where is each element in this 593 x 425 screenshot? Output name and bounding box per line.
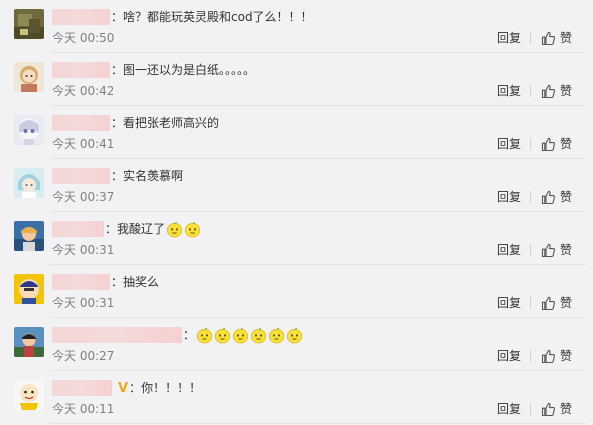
action-divider bbox=[530, 350, 531, 362]
like-button[interactable]: 赞 bbox=[541, 188, 572, 206]
action-divider bbox=[530, 32, 531, 44]
comment-item: ：我酸辽了今天 00:31 回复 赞 bbox=[0, 212, 593, 265]
thumbs-up-icon bbox=[541, 243, 556, 258]
avatar[interactable] bbox=[14, 62, 44, 92]
avatar[interactable] bbox=[14, 380, 44, 410]
username-blurred[interactable] bbox=[52, 168, 110, 184]
like-label: 赞 bbox=[560, 31, 573, 45]
comment-time: 今天 00:11 bbox=[52, 402, 115, 416]
thumbs-up-icon bbox=[541, 402, 556, 417]
avatar[interactable] bbox=[14, 115, 44, 145]
reply-button[interactable]: 回复 bbox=[497, 136, 521, 152]
reply-button[interactable]: 回复 bbox=[497, 83, 521, 99]
username-blurred[interactable] bbox=[52, 115, 110, 131]
comment-text: ：看把张老师高兴的 bbox=[111, 116, 220, 130]
comment-time: 今天 00:31 bbox=[52, 243, 115, 257]
comment-item: ： 今天 00:27 回复 赞 bbox=[0, 318, 593, 371]
avatar[interactable] bbox=[14, 327, 44, 357]
comment-text: ：你！！！！ bbox=[129, 381, 202, 395]
row-divider bbox=[50, 423, 585, 424]
comment-content: ：图一还以为是白纸。。。。。 bbox=[52, 61, 255, 79]
like-label: 赞 bbox=[560, 402, 573, 416]
comment-text: ：我酸辽了 bbox=[105, 222, 166, 236]
comment-text: ：图一还以为是白纸。。。。。 bbox=[111, 63, 256, 77]
like-button[interactable]: 赞 bbox=[541, 241, 572, 259]
comment-time: 今天 00:50 bbox=[52, 31, 115, 45]
comment-content: ：实名羡慕啊 bbox=[52, 167, 183, 185]
comment-content: ： bbox=[52, 326, 303, 344]
avatar[interactable] bbox=[14, 221, 44, 251]
avatar[interactable] bbox=[14, 9, 44, 39]
comment-item: ：图一还以为是白纸。。。。。今天 00:42 回复 赞 bbox=[0, 53, 593, 106]
comment-time: 今天 00:42 bbox=[52, 84, 115, 98]
thumbs-up-icon bbox=[541, 137, 556, 152]
comment-time: 今天 00:37 bbox=[52, 190, 115, 204]
like-label: 赞 bbox=[560, 243, 573, 257]
comment-content: ：我酸辽了 bbox=[52, 220, 201, 238]
comment-item: V ：你！！！！ 今天 00:11 回复 赞 bbox=[0, 371, 593, 424]
like-button[interactable]: 赞 bbox=[541, 135, 572, 153]
thumbs-up-icon bbox=[541, 349, 556, 364]
comment-time: 今天 00:31 bbox=[52, 296, 115, 310]
action-divider bbox=[530, 297, 531, 309]
action-divider bbox=[530, 403, 531, 415]
avatar[interactable] bbox=[14, 168, 44, 198]
thumbs-up-icon bbox=[541, 190, 556, 205]
lemon-emoji-icon bbox=[268, 327, 285, 344]
username-blurred[interactable] bbox=[52, 380, 112, 396]
username-blurred[interactable] bbox=[52, 274, 110, 290]
username-blurred[interactable] bbox=[52, 327, 182, 343]
comment-content: ：啥？都能玩英灵殿和cod了么！！！ bbox=[52, 8, 313, 26]
comment-item: ：啥？都能玩英灵殿和cod了么！！！ 今天 00:50 回复 赞 bbox=[0, 0, 593, 53]
comment-content: V ：你！！！！ bbox=[52, 379, 201, 397]
lemon-emoji-icon bbox=[250, 327, 267, 344]
like-button[interactable]: 赞 bbox=[541, 400, 572, 418]
thumbs-up-icon bbox=[541, 296, 556, 311]
avatar[interactable] bbox=[14, 274, 44, 304]
reply-button[interactable]: 回复 bbox=[497, 295, 521, 311]
like-label: 赞 bbox=[560, 349, 573, 363]
comment-text: ：啥？都能玩英灵殿和cod了么！！！ bbox=[111, 10, 313, 24]
username-blurred[interactable] bbox=[52, 9, 110, 25]
comment-text: ： bbox=[183, 328, 196, 342]
reply-button[interactable]: 回复 bbox=[497, 401, 521, 417]
lemon-emoji-icon bbox=[184, 221, 201, 238]
like-button[interactable]: 赞 bbox=[541, 294, 572, 312]
reply-button[interactable]: 回复 bbox=[497, 348, 521, 364]
comment-time: 今天 00:27 bbox=[52, 349, 115, 363]
comment-content: ：看把张老师高兴的 bbox=[52, 114, 219, 132]
action-divider bbox=[530, 191, 531, 203]
lemon-emoji-icon bbox=[232, 327, 249, 344]
comment-item: ：抽奖么今天 00:31 回复 赞 bbox=[0, 265, 593, 318]
lemon-emoji-icon bbox=[286, 327, 303, 344]
reply-button[interactable]: 回复 bbox=[497, 189, 521, 205]
lemon-emoji-icon bbox=[214, 327, 231, 344]
comment-time: 今天 00:41 bbox=[52, 137, 115, 151]
like-label: 赞 bbox=[560, 137, 573, 151]
like-button[interactable]: 赞 bbox=[541, 82, 572, 100]
like-label: 赞 bbox=[560, 296, 573, 310]
reply-button[interactable]: 回复 bbox=[497, 242, 521, 258]
action-divider bbox=[530, 138, 531, 150]
verified-badge-icon: V bbox=[118, 380, 129, 396]
lemon-emoji-icon bbox=[196, 327, 213, 344]
comment-item: ：看把张老师高兴的今天 00:41 回复 赞 bbox=[0, 106, 593, 159]
comment-content: ：抽奖么 bbox=[52, 273, 159, 291]
like-label: 赞 bbox=[560, 190, 573, 204]
comment-list: ：啥？都能玩英灵殿和cod了么！！！ 今天 00:50 回复赞：图一还以为是白纸。。… bbox=[0, 0, 593, 425]
action-divider bbox=[530, 85, 531, 97]
username-blurred[interactable] bbox=[52, 221, 104, 237]
like-button[interactable]: 赞 bbox=[541, 347, 572, 365]
like-label: 赞 bbox=[560, 84, 573, 98]
username-blurred[interactable] bbox=[52, 62, 110, 78]
lemon-emoji-icon bbox=[166, 221, 183, 238]
comment-item: ：实名羡慕啊今天 00:37 回复 赞 bbox=[0, 159, 593, 212]
thumbs-up-icon bbox=[541, 31, 556, 46]
comment-text: ：抽奖么 bbox=[111, 275, 160, 289]
reply-button[interactable]: 回复 bbox=[497, 30, 521, 46]
comment-text: ：实名羡慕啊 bbox=[111, 169, 184, 183]
like-button[interactable]: 赞 bbox=[541, 29, 572, 47]
thumbs-up-icon bbox=[541, 84, 556, 99]
action-divider bbox=[530, 244, 531, 256]
